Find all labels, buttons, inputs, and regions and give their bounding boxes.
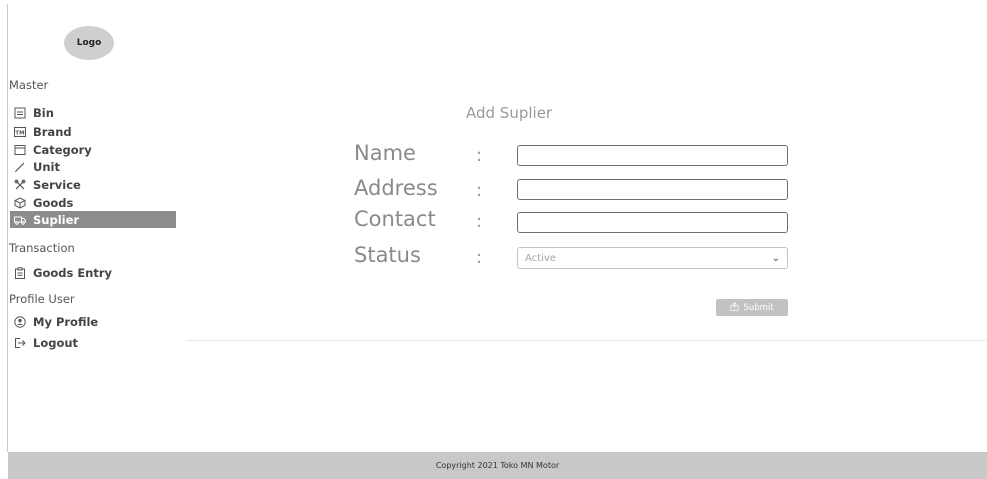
- contact-field[interactable]: [517, 212, 788, 233]
- sidebar-item-logout[interactable]: Logout: [10, 334, 176, 351]
- logout-icon: [13, 336, 26, 349]
- category-icon: [13, 143, 26, 156]
- contact-label: Contact: [354, 207, 436, 231]
- sidebar-item-brand[interactable]: TM Brand: [10, 123, 176, 140]
- footer: Copyright 2021 Toko MN Motor: [8, 452, 987, 479]
- logo-text: Logo: [76, 38, 102, 48]
- status-label: Status: [354, 243, 421, 267]
- name-field[interactable]: [517, 145, 788, 166]
- truck-icon: [13, 213, 26, 226]
- clipboard-icon: [13, 266, 26, 279]
- sidebar-item-my-profile[interactable]: My Profile: [10, 313, 176, 330]
- submit-icon: [730, 301, 740, 314]
- sidebar-item-service[interactable]: Service: [10, 176, 176, 193]
- address-colon: :: [476, 180, 483, 201]
- name-label: Name: [354, 141, 416, 165]
- trademark-icon: TM: [13, 125, 26, 138]
- section-title-master: Master: [9, 78, 49, 92]
- sidebar-item-goods[interactable]: Goods: [10, 194, 176, 211]
- sidebar-item-unit[interactable]: Unit: [10, 158, 176, 175]
- sidebar-item-label: Category: [33, 142, 92, 157]
- pencil-icon: [13, 160, 26, 173]
- sidebar-item-bin[interactable]: Bin: [10, 104, 176, 121]
- user-circle-icon: [13, 315, 26, 328]
- section-title-transaction: Transaction: [9, 241, 75, 255]
- address-label: Address: [354, 176, 438, 200]
- status-select[interactable]: Active ⌄: [517, 247, 788, 269]
- logo: Logo: [64, 26, 114, 60]
- box-icon: [13, 196, 26, 209]
- status-selected-value: Active: [525, 252, 556, 264]
- sidebar-item-label: Suplier: [33, 212, 80, 227]
- sidebar-item-category[interactable]: Category: [10, 141, 176, 158]
- footer-copyright: Copyright 2021 Toko MN Motor: [435, 461, 560, 470]
- status-colon: :: [476, 247, 483, 268]
- tools-icon: [13, 178, 26, 191]
- form-title: Add Suplier: [466, 104, 553, 122]
- sidebar-item-label: Goods Entry: [33, 265, 113, 280]
- submit-button[interactable]: Submit: [716, 299, 788, 316]
- bin-icon: [13, 106, 26, 119]
- section-title-profile-user: Profile User: [9, 292, 75, 306]
- address-field[interactable]: [517, 179, 788, 200]
- sidebar-item-label: Bin: [33, 105, 54, 120]
- chevron-down-icon: ⌄: [771, 252, 780, 264]
- sidebar-item-label: Goods: [33, 195, 74, 210]
- sidebar-item-label: Brand: [33, 124, 72, 139]
- name-colon: :: [476, 145, 483, 166]
- submit-label: Submit: [743, 302, 774, 313]
- content-divider: [186, 340, 986, 341]
- contact-colon: :: [476, 211, 483, 232]
- svg-text:TM: TM: [15, 130, 24, 136]
- sidebar-item-label: Service: [33, 177, 81, 192]
- sidebar-item-label: Unit: [33, 159, 60, 174]
- sidebar-item-label: My Profile: [33, 314, 99, 329]
- sidebar-divider: [7, 4, 8, 452]
- sidebar-item-goods-entry[interactable]: Goods Entry: [10, 264, 176, 281]
- sidebar-item-label: Logout: [33, 335, 79, 350]
- sidebar-item-suplier[interactable]: Suplier: [10, 211, 176, 228]
